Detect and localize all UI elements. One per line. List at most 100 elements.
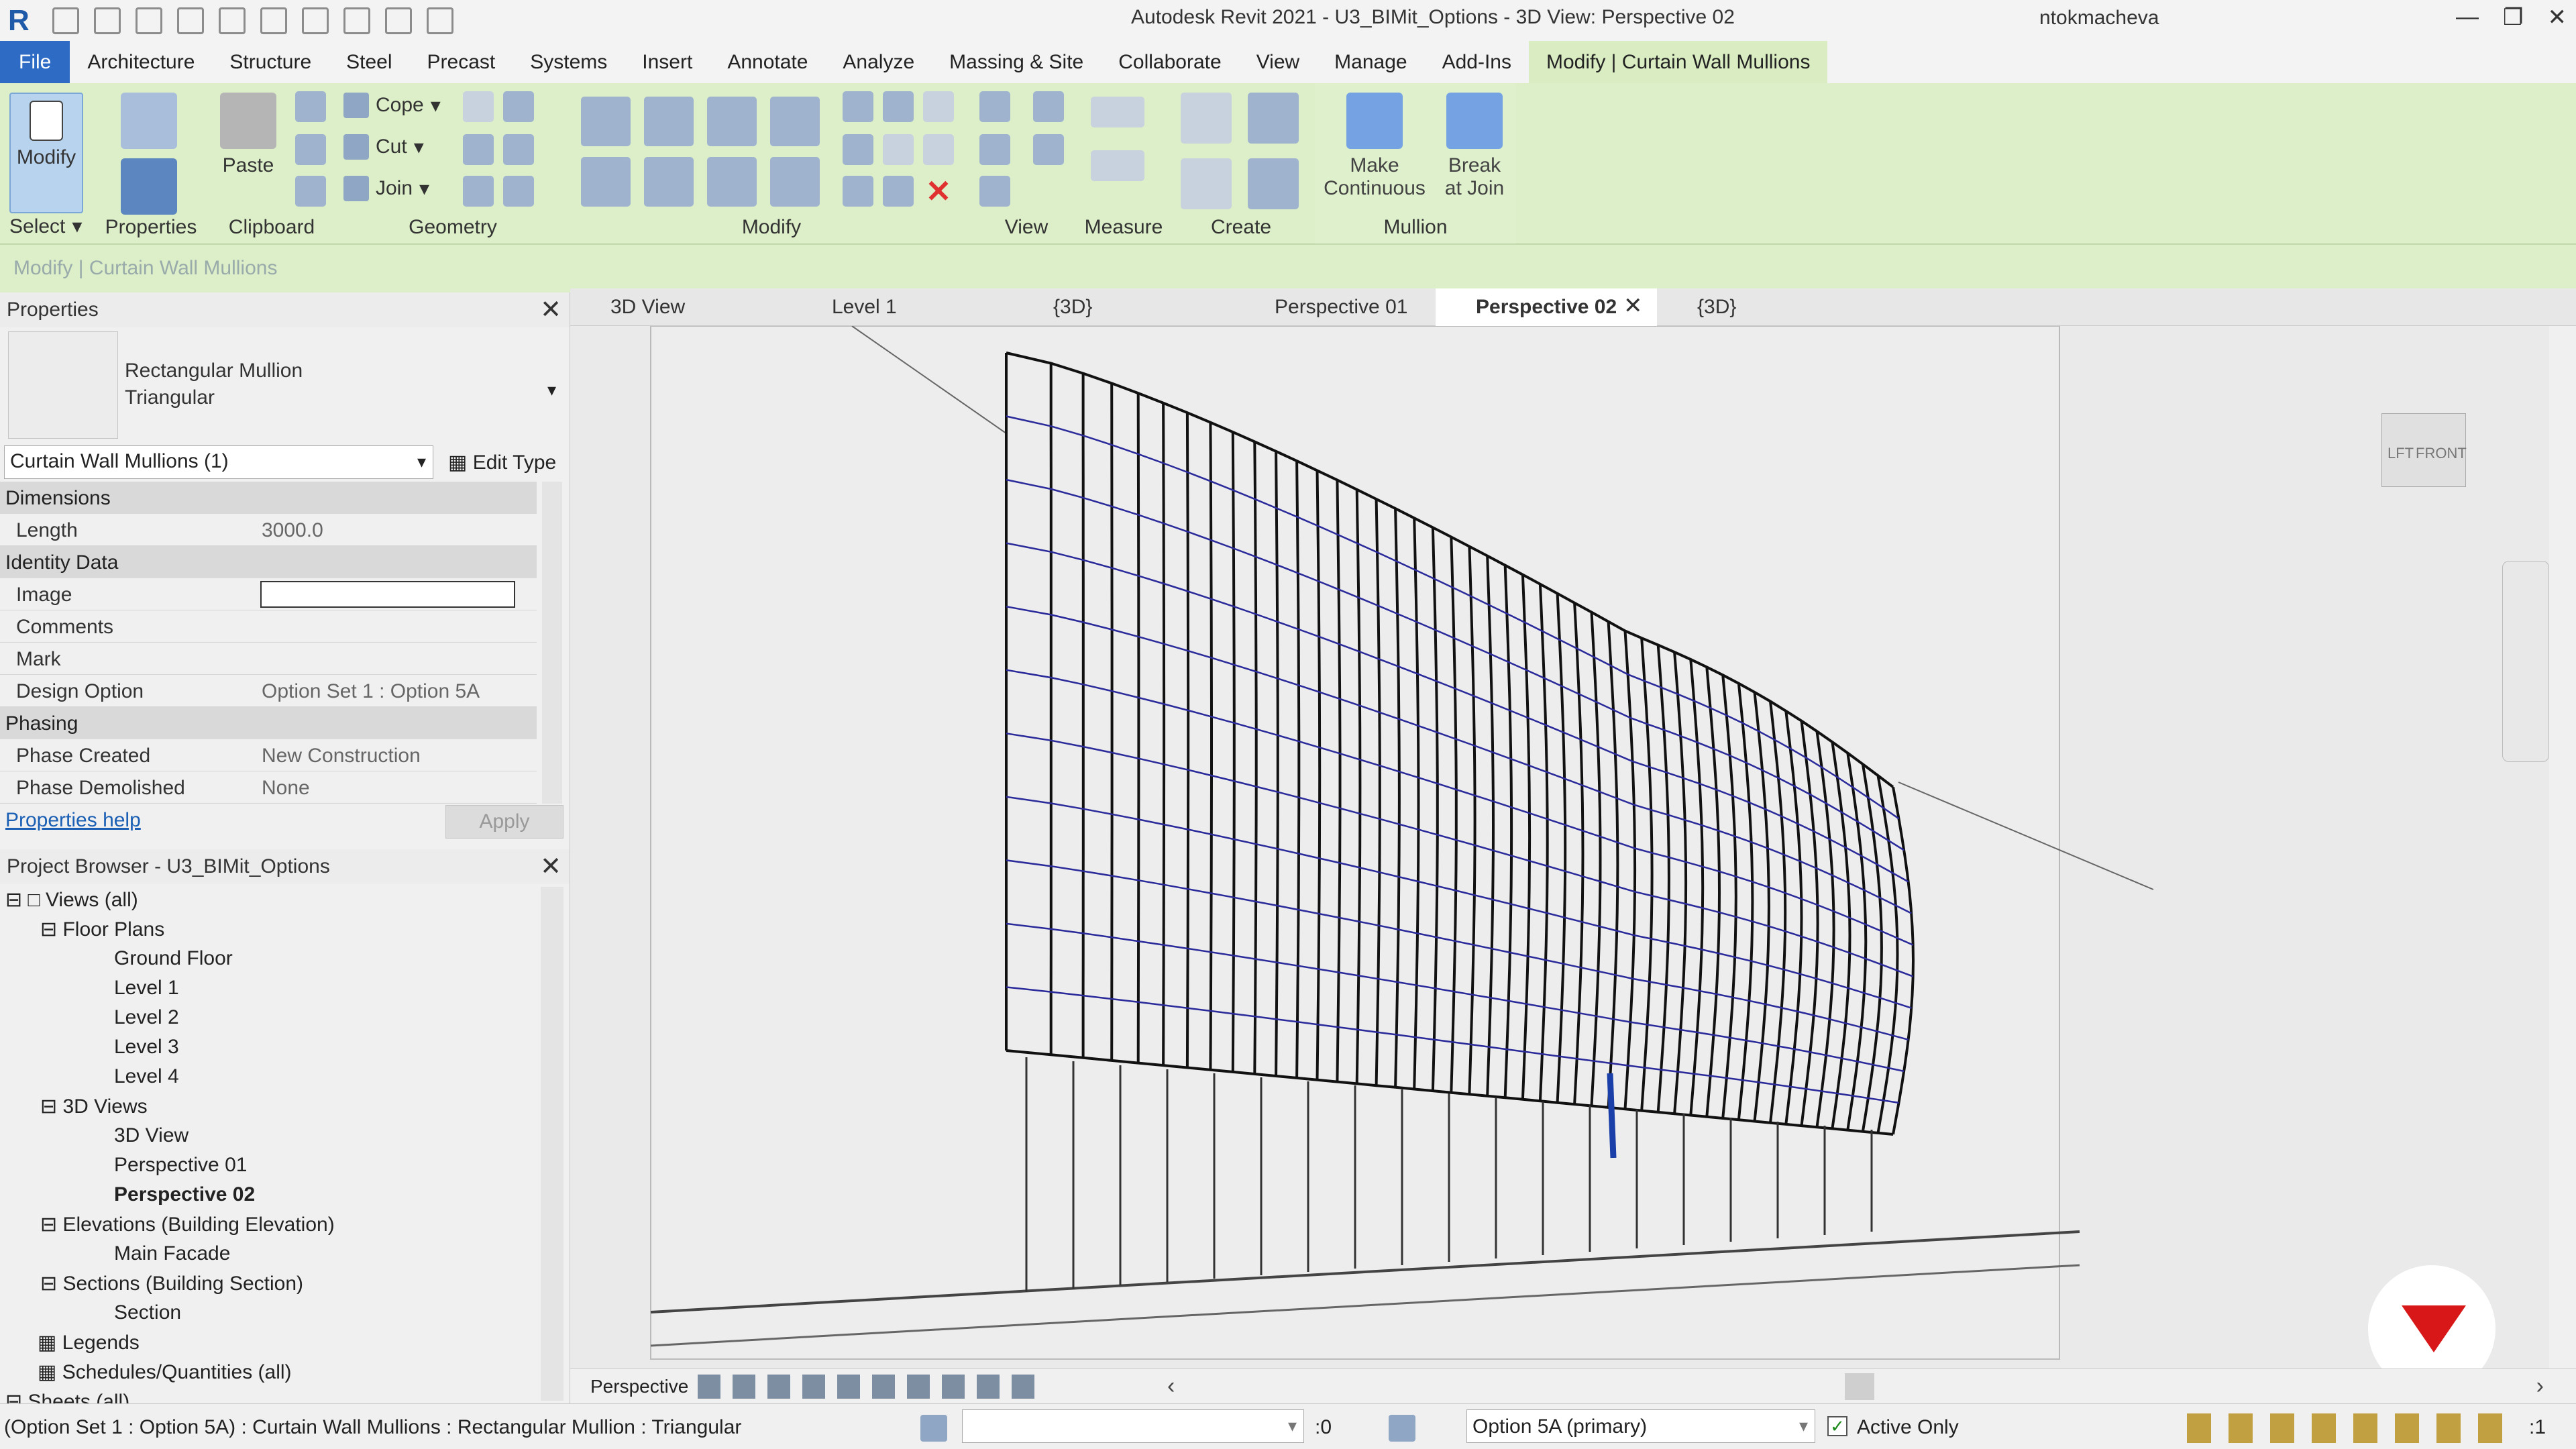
default-3d-icon[interactable] — [385, 7, 412, 34]
prop-row-phase-created[interactable]: Phase Created New Construction — [0, 739, 537, 771]
minimize-icon[interactable]: — — [2456, 4, 2479, 31]
modify-button[interactable]: Modify — [9, 93, 83, 213]
close-icon[interactable]: ✕ — [540, 849, 561, 884]
type-name-line2[interactable]: Triangular — [125, 386, 215, 409]
save-icon[interactable] — [136, 7, 162, 34]
properties-scrollbar[interactable] — [542, 482, 562, 804]
tree-item-sections[interactable]: ⊟ Sections (Building Section) — [40, 1272, 303, 1295]
print-icon[interactable] — [260, 7, 287, 34]
tree-item-level-3[interactable]: Level 3 — [114, 1036, 179, 1059]
revit-logo[interactable]: R — [8, 5, 38, 36]
tab-systems[interactable]: Systems — [513, 41, 625, 83]
tree-item-ground-floor[interactable]: Ground Floor — [114, 947, 233, 970]
tree-item-floor-plans[interactable]: ⊟ Floor Plans — [40, 918, 164, 941]
undo-icon[interactable] — [177, 7, 204, 34]
tab-perspective-01[interactable]: Perspective 01 — [1234, 288, 1449, 326]
type-name-line1[interactable]: Rectangular Mullion — [125, 360, 303, 382]
tree-item-section[interactable]: Section — [114, 1301, 181, 1324]
tab-massing-site[interactable]: Massing & Site — [932, 41, 1101, 83]
close-icon[interactable]: ✕ — [540, 292, 561, 327]
tree-item-perspective-02[interactable]: Perspective 02 — [114, 1183, 255, 1206]
mullion-line[interactable] — [1231, 432, 1236, 1072]
tab-add-ins[interactable]: Add-Ins — [1425, 41, 1529, 83]
image-field[interactable] — [260, 581, 515, 608]
tab-3d-view[interactable]: 3D View — [570, 288, 778, 326]
edit-type-button[interactable]: ▦ Edit Type — [448, 451, 556, 474]
tree-item-3d-view[interactable]: 3D View — [114, 1124, 189, 1147]
workset-icon[interactable] — [920, 1415, 947, 1442]
tab-collaborate[interactable]: Collaborate — [1101, 41, 1238, 83]
tab-modify-curtain-wall-mullions[interactable]: Modify | Curtain Wall Mullions — [1528, 41, 1828, 83]
tab-precast[interactable]: Precast — [410, 41, 513, 83]
mullion-line[interactable] — [1185, 413, 1190, 1068]
active-only-checkbox[interactable]: ✓ — [1827, 1416, 1847, 1436]
tree-item-views-all[interactable]: ⊟ □ Views (all) — [5, 888, 138, 912]
prop-row-mark[interactable]: Mark — [0, 643, 537, 675]
tab-manage[interactable]: Manage — [1317, 41, 1424, 83]
new-file-icon[interactable] — [52, 7, 79, 34]
select-dropdown[interactable]: Select ▾ — [9, 215, 82, 238]
tree-item-schedules[interactable]: ▦ Schedules/Quantities (all) — [38, 1360, 292, 1384]
tab-file[interactable]: File — [0, 41, 70, 83]
restore-icon[interactable]: ❐ — [2503, 4, 2523, 31]
design-options-icon[interactable] — [1389, 1415, 1415, 1442]
navigation-bar[interactable] — [2502, 561, 2549, 762]
drawing-canvas[interactable]: LFT FRONT — [570, 325, 2576, 1393]
tab-level-1[interactable]: Level 1 — [792, 288, 1000, 326]
scroll-right-icon[interactable]: › — [2536, 1373, 2544, 1399]
section-dimensions[interactable]: Dimensions — [0, 482, 537, 514]
design-option-dropdown[interactable]: Option 5A (primary) ▾ — [1466, 1409, 1815, 1443]
section-identity-data[interactable]: Identity Data — [0, 546, 537, 578]
tab-analyze[interactable]: Analyze — [825, 41, 932, 83]
tree-item-level-1[interactable]: Level 1 — [114, 977, 179, 1000]
tab-steel[interactable]: Steel — [329, 41, 409, 83]
tree-item-main-facade[interactable]: Main Facade — [114, 1242, 230, 1265]
close-icon[interactable]: ✕ — [2548, 4, 2567, 31]
tree-item-legends[interactable]: ▦ Legends — [38, 1331, 140, 1354]
redo-icon[interactable] — [219, 7, 246, 34]
view-control-icons[interactable] — [698, 1375, 1046, 1399]
horizontal-scroll-thumb[interactable] — [1845, 1373, 1874, 1400]
close-tab-icon[interactable]: ✕ — [1623, 292, 1643, 319]
tree-item-sheets[interactable]: ⊟ Sheets (all) — [5, 1390, 129, 1403]
mullion-line[interactable] — [1162, 402, 1166, 1066]
viewcube-front-face[interactable]: FRONT — [2416, 445, 2467, 462]
prop-row-image[interactable]: Image — [0, 578, 537, 610]
tree-item-level-2[interactable]: Level 2 — [114, 1006, 179, 1029]
tree-item-level-4[interactable]: Level 4 — [114, 1065, 179, 1088]
chevron-down-icon: ▾ — [1287, 1415, 1297, 1436]
section-phasing[interactable]: Phasing — [0, 707, 537, 739]
selection-filter-icons[interactable] — [2187, 1413, 2509, 1443]
mullion-line[interactable] — [1209, 422, 1213, 1070]
tab-insert[interactable]: Insert — [625, 41, 710, 83]
chevron-down-icon[interactable]: ▾ — [547, 380, 556, 400]
tab-3d[interactable]: {3D} — [1013, 288, 1234, 326]
mullion-line[interactable] — [1136, 393, 1140, 1063]
prop-row-length[interactable]: Length 3000.0 — [0, 514, 537, 546]
tab-structure[interactable]: Structure — [212, 41, 329, 83]
prop-row-phase-demolished[interactable]: Phase Demolished None — [0, 771, 537, 804]
properties-help-link[interactable]: Properties help — [5, 809, 141, 832]
close-hidden-icon[interactable] — [427, 7, 453, 34]
tree-item-elevations[interactable]: ⊟ Elevations (Building Elevation) — [40, 1213, 335, 1236]
workset-dropdown[interactable]: ▾ — [962, 1409, 1304, 1443]
prop-row-comments[interactable]: Comments — [0, 610, 537, 643]
tab-view[interactable]: View — [1239, 41, 1317, 83]
tree-item-3d-views[interactable]: ⊟ 3D Views — [40, 1095, 148, 1118]
tree-item-perspective-01[interactable]: Perspective 01 — [114, 1154, 247, 1177]
scroll-left-icon[interactable]: ‹ — [1167, 1373, 1175, 1399]
text-icon[interactable] — [343, 7, 370, 34]
tab-architecture[interactable]: Architecture — [70, 41, 212, 83]
measure-icon[interactable] — [302, 7, 329, 34]
prop-row-design-option[interactable]: Design Option Option Set 1 : Option 5A — [0, 675, 537, 707]
vertical-scrollbar[interactable] — [2549, 326, 2576, 1375]
open-file-icon[interactable] — [94, 7, 121, 34]
tab-annotate[interactable]: Annotate — [710, 41, 825, 83]
browser-scrollbar[interactable] — [541, 887, 564, 1401]
viewcube-left-face[interactable]: LFT — [2387, 445, 2414, 462]
tab-3d-2[interactable]: {3D} — [1657, 288, 1858, 326]
element-filter-dropdown[interactable]: Curtain Wall Mullions (1) ▾ — [4, 445, 433, 479]
viewcube[interactable]: LFT FRONT — [2381, 413, 2467, 487]
user-name[interactable]: ntokmacheva — [2039, 7, 2159, 30]
apply-button[interactable]: Apply — [445, 805, 564, 839]
